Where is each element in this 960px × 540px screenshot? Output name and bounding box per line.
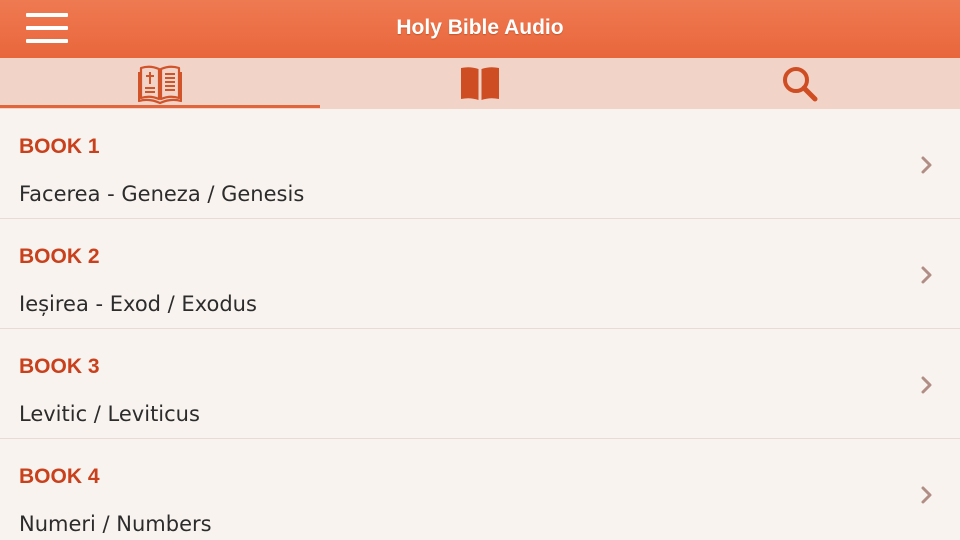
list-item[interactable]: BOOK 2 Ieșirea - Exod / Exodus	[0, 219, 960, 329]
book-name: Numeri / Numbers	[19, 512, 212, 536]
book-number: BOOK 1	[19, 135, 100, 158]
list-item[interactable]: BOOK 1 Facerea - Geneza / Genesis	[0, 109, 960, 219]
chevron-right-icon	[921, 266, 932, 284]
book-name: Levitic / Leviticus	[19, 402, 200, 426]
tab-bible[interactable]	[0, 58, 320, 109]
book-number: BOOK 3	[19, 355, 100, 378]
chevron-right-icon	[921, 486, 932, 504]
book-number: BOOK 4	[19, 465, 100, 488]
tab-search[interactable]	[640, 58, 960, 109]
chevron-right-icon	[921, 156, 932, 174]
chevron-right-icon	[921, 376, 932, 394]
book-list: BOOK 1 Facerea - Geneza / Genesis BOOK 2…	[0, 109, 960, 540]
app-header: Holy Bible Audio	[0, 0, 960, 58]
search-icon	[783, 66, 818, 101]
book-name: Facerea - Geneza / Genesis	[19, 182, 305, 206]
closed-book-icon	[461, 66, 499, 100]
app-title: Holy Bible Audio	[396, 16, 564, 39]
list-item[interactable]: BOOK 4 Numeri / Numbers	[0, 439, 960, 540]
book-number: BOOK 2	[19, 245, 100, 268]
tab-books[interactable]	[320, 58, 640, 109]
selected-tab-indicator	[0, 105, 320, 108]
tab-bar	[0, 58, 960, 109]
list-item[interactable]: BOOK 3 Levitic / Leviticus	[0, 329, 960, 439]
book-name: Ieșirea - Exod / Exodus	[19, 292, 257, 316]
open-bible-icon	[138, 65, 182, 104]
